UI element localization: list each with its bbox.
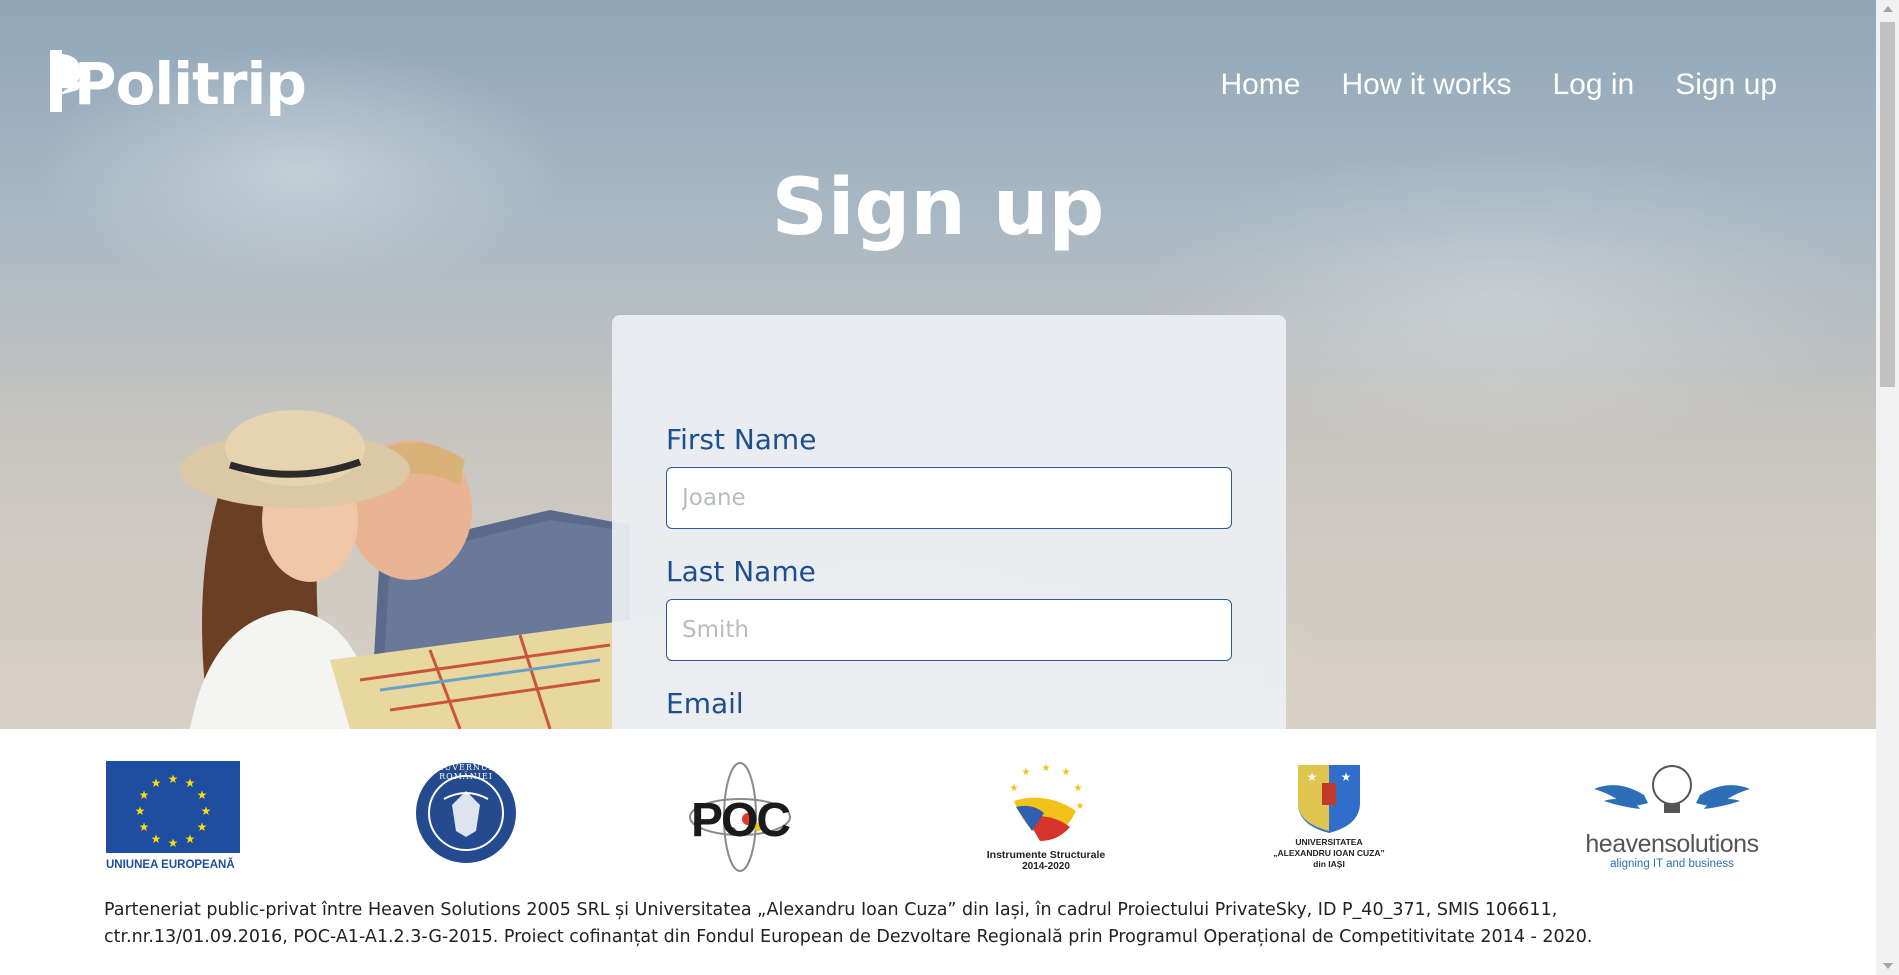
uaic-caption-line3: din IAȘI bbox=[1313, 859, 1345, 869]
structural-funds-icon: ★ ★ ★ ★★★ bbox=[1010, 763, 1085, 841]
svg-text:★: ★ bbox=[151, 832, 162, 846]
heaven-solutions-logo[interactable]: heavensolutions aligning IT and business bbox=[1574, 761, 1770, 881]
last-name-input[interactable] bbox=[666, 599, 1232, 661]
svg-text:★: ★ bbox=[1010, 783, 1019, 794]
svg-text:★: ★ bbox=[151, 776, 162, 790]
nav-home-link[interactable]: Home bbox=[1220, 62, 1300, 108]
nav-log-in-link[interactable]: Log in bbox=[1553, 62, 1635, 108]
heaven-tagline: aligning IT and business bbox=[1610, 858, 1734, 870]
svg-text:★: ★ bbox=[1042, 763, 1051, 774]
svg-text:★: ★ bbox=[1076, 801, 1085, 812]
svg-text:★: ★ bbox=[185, 776, 196, 790]
eu-flag-logo: ★ ★ ★ ★ ★ ★ ★ ★ ★ ★ ★ ★ UNIUNEA EUROPEANĂ bbox=[106, 761, 242, 881]
scroll-down-arrow-icon[interactable] bbox=[1883, 963, 1893, 969]
svg-text:★: ★ bbox=[139, 788, 150, 802]
instrumente-structurale-logo: ★ ★ ★ ★ ★ ★ Instrumente Structurale 2014-202… bbox=[966, 761, 1126, 881]
scrollbar-thumb[interactable] bbox=[1880, 22, 1895, 387]
vertical-scrollbar[interactable] bbox=[1876, 0, 1899, 975]
svg-text:★: ★ bbox=[1062, 767, 1071, 778]
svg-text:★: ★ bbox=[201, 804, 212, 818]
svg-text:★: ★ bbox=[1341, 770, 1352, 784]
svg-text:★: ★ bbox=[1022, 767, 1031, 778]
poc-logo: POC bbox=[688, 761, 792, 881]
structural-caption: Instrumente Structurale bbox=[986, 849, 1106, 861]
eu-caption: UNIUNEA EUROPEANĂ bbox=[106, 859, 235, 871]
page-title: Sign up bbox=[771, 163, 1105, 253]
email-label: Email bbox=[666, 687, 744, 720]
partner-logos: ★ ★ ★ ★ ★ ★ ★ ★ ★ ★ ★ ★ UNIUNEA EUROPEANĂ GUVERN… bbox=[104, 761, 1769, 881]
svg-text:★: ★ bbox=[135, 804, 146, 818]
last-name-label: Last Name bbox=[666, 555, 816, 588]
signup-form-card: First Name Last Name Email bbox=[612, 315, 1286, 735]
university-crest-icon: ★ ★ bbox=[1298, 765, 1360, 833]
politrip-logo[interactable]: Politrip bbox=[46, 46, 307, 122]
seal-caption: GUVERNUL ROMÂNIEI bbox=[437, 763, 495, 781]
lightbulb-wings-icon bbox=[1594, 765, 1750, 813]
footer: ★ ★ ★ ★ ★ ★ ★ ★ ★ ★ ★ ★ UNIUNEA EUROPEANĂ GUVERN… bbox=[0, 729, 1876, 975]
nav-sign-up-link[interactable]: Sign up bbox=[1675, 62, 1777, 108]
heaven-wordmark: heavensolutions bbox=[1585, 830, 1759, 858]
structural-years: 2014-2020 bbox=[1022, 861, 1070, 872]
svg-text:★: ★ bbox=[197, 788, 208, 802]
svg-text:★: ★ bbox=[1074, 783, 1083, 794]
poc-caption: POC bbox=[690, 794, 791, 847]
guvernul-romaniei-seal: GUVERNUL ROMÂNIEI bbox=[414, 761, 518, 881]
scroll-up-arrow-icon[interactable] bbox=[1883, 6, 1893, 12]
partnership-disclaimer: Parteneriat public-privat între Heaven S… bbox=[104, 900, 1593, 947]
main-nav: Home How it works Log in Sign up bbox=[1220, 62, 1777, 108]
first-name-label: First Name bbox=[666, 423, 817, 456]
eu-flag-icon: ★ ★★ ★★★ ★★★ ★★★ bbox=[106, 761, 240, 853]
svg-text:★: ★ bbox=[1307, 770, 1318, 784]
couple-with-map-image bbox=[180, 410, 630, 729]
uaic-caption-line2: „ALEXANDRU IOAN CUZA” bbox=[1273, 848, 1385, 858]
first-name-input[interactable] bbox=[666, 467, 1232, 529]
uaic-logo: ★ ★ UNIVERSITATEA „ALEXANDRU IOAN CUZA” … bbox=[1264, 761, 1394, 881]
svg-text:★: ★ bbox=[139, 820, 150, 834]
nav-how-it-works-link[interactable]: How it works bbox=[1341, 62, 1511, 108]
svg-text:★: ★ bbox=[168, 772, 179, 786]
logo-text: Politrip bbox=[74, 50, 307, 118]
uaic-caption-line1: UNIVERSITATEA bbox=[1295, 837, 1363, 847]
svg-text:★: ★ bbox=[168, 836, 179, 850]
svg-text:★: ★ bbox=[197, 820, 208, 834]
svg-text:★: ★ bbox=[185, 832, 196, 846]
